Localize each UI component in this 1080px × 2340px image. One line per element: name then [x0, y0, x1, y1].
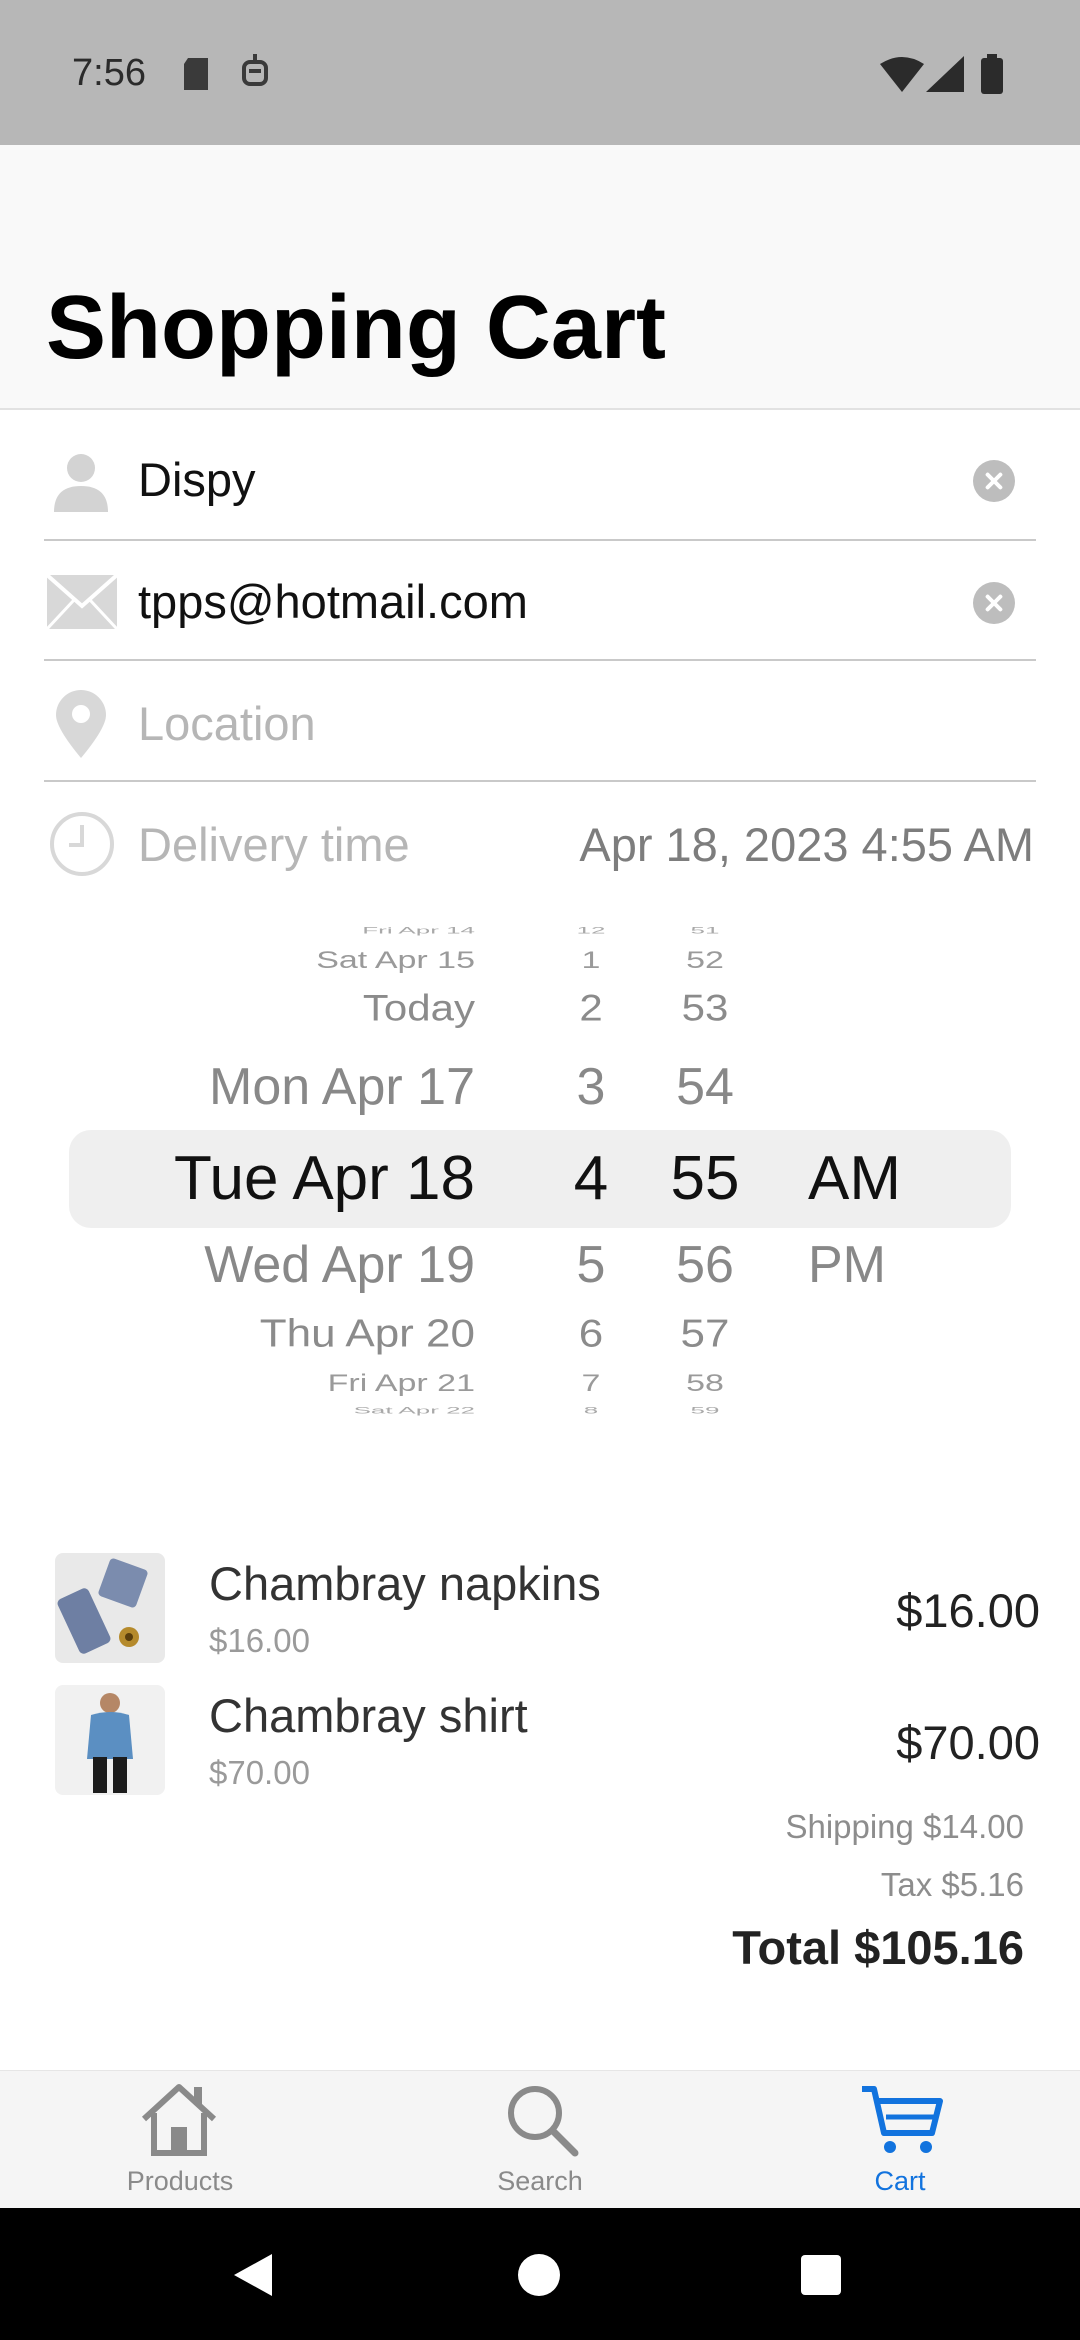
nav-search-label: Search [497, 2166, 583, 2196]
picker-minute-option[interactable]: 51 [655, 925, 755, 936]
cart-item-name: Chambray napkins [209, 1557, 601, 1610]
clear-name-button[interactable] [973, 460, 1015, 502]
cellular-signal-icon [926, 56, 964, 92]
picker-hour-option[interactable]: 1 [551, 947, 631, 974]
cart-item-total: $70.00 [896, 1716, 1040, 1769]
robot-icon [242, 54, 268, 86]
picker-hour-option[interactable]: 8 [551, 1405, 631, 1416]
divider [44, 539, 1036, 541]
cart-item-unit-price: $16.00 [209, 1622, 310, 1659]
picker-date-selected[interactable]: Tue Apr 18 [174, 1143, 475, 1214]
recents-icon[interactable] [800, 2254, 842, 2296]
divider [44, 780, 1036, 782]
home-icon [141, 2084, 217, 2156]
picker-date-option[interactable]: Today [363, 987, 475, 1029]
nav-cart[interactable]: Cart [720, 2071, 1080, 2209]
status-time: 7:56 [72, 52, 146, 94]
picker-date-option[interactable]: Fri Apr 21 [328, 1370, 475, 1397]
picker-minute-option[interactable]: 52 [655, 947, 755, 974]
envelope-icon [46, 574, 118, 630]
sd-card-icon [184, 58, 208, 90]
location-input[interactable]: Location [138, 696, 316, 751]
bottom-navigation: Products Search Cart [0, 2070, 1080, 2209]
clear-email-button[interactable] [973, 582, 1015, 624]
picker-hour-option[interactable]: 3 [551, 1057, 631, 1117]
battery-icon [981, 54, 1003, 94]
picker-minute-selected[interactable]: 55 [655, 1143, 755, 1214]
picker-date-option[interactable]: Sat Apr 22 [354, 1405, 475, 1416]
shirt-image-icon [87, 1693, 133, 1793]
home-button-icon[interactable] [518, 2254, 560, 2296]
back-icon[interactable] [232, 2252, 274, 2298]
page-title: Shopping Cart [46, 278, 666, 378]
picker-date-option[interactable]: Thu Apr 20 [260, 1312, 475, 1356]
nav-products-label: Products [126, 2166, 234, 2196]
picker-hour-option[interactable]: 7 [551, 1370, 631, 1397]
header: Shopping Cart [0, 145, 1080, 410]
status-bar: 7:56 [0, 0, 1080, 145]
picker-hour-option[interactable]: 12 [551, 925, 631, 936]
picker-minute-option[interactable]: 58 [655, 1370, 755, 1397]
person-icon [54, 454, 108, 512]
picker-date-option[interactable]: Mon Apr 17 [209, 1057, 475, 1117]
divider [44, 659, 1036, 661]
name-field[interactable]: Dispy [138, 452, 256, 507]
delivery-time-label: Delivery time [138, 818, 410, 871]
picker-minute-option[interactable]: 54 [655, 1057, 755, 1117]
cart-item-total: $16.00 [896, 1584, 1040, 1637]
napkins-image-icon [57, 1558, 148, 1654]
picker-date-option[interactable]: Wed Apr 19 [204, 1235, 475, 1295]
order-total: Total $105.16 [732, 1921, 1024, 1974]
email-field[interactable]: tpps@hotmail.com [138, 574, 528, 629]
nav-search[interactable]: Search [360, 2071, 720, 2209]
picker-ampm-selected[interactable]: AM [808, 1143, 901, 1214]
napkins-thumbnail [55, 1553, 165, 1663]
picker-hour-option[interactable]: 6 [551, 1312, 631, 1356]
picker-ampm-option[interactable]: PM [808, 1235, 886, 1295]
tax-amount: Tax $5.16 [880, 1866, 1024, 1903]
nav-cart-label: Cart [874, 2166, 926, 2196]
picker-minute-option[interactable]: 59 [655, 1405, 755, 1416]
picker-hour-option[interactable]: 2 [551, 987, 631, 1029]
clock-icon [50, 812, 114, 876]
picker-minute-option[interactable]: 53 [655, 987, 755, 1029]
picker-date-option[interactable]: Sat Apr 15 [316, 947, 475, 974]
cart-item-unit-price: $70.00 [209, 1754, 310, 1791]
picker-hour-option[interactable]: 5 [551, 1235, 631, 1295]
cart-item-name: Chambray shirt [209, 1689, 528, 1742]
picker-minute-option[interactable]: 57 [655, 1312, 755, 1356]
shirt-thumbnail [55, 1685, 165, 1795]
shipping-cost: Shipping $14.00 [785, 1808, 1024, 1845]
picker-minute-option[interactable]: 56 [655, 1235, 755, 1295]
picker-hour-selected[interactable]: 4 [551, 1143, 631, 1214]
picker-date-option[interactable]: Fri Apr 14 [362, 925, 475, 936]
delivery-time-value[interactable]: Apr 18, 2023 4:55 AM [579, 817, 1034, 872]
location-pin-icon [56, 690, 106, 758]
date-time-picker[interactable]: Fri Apr 14 Sat Apr 15 Today Mon Apr 17 T… [0, 925, 1080, 1425]
wifi-icon [880, 57, 924, 92]
system-navigation-bar [0, 2208, 1080, 2340]
search-icon [508, 2086, 579, 2157]
cart-icon [862, 2086, 943, 2153]
nav-products[interactable]: Products [0, 2071, 360, 2209]
